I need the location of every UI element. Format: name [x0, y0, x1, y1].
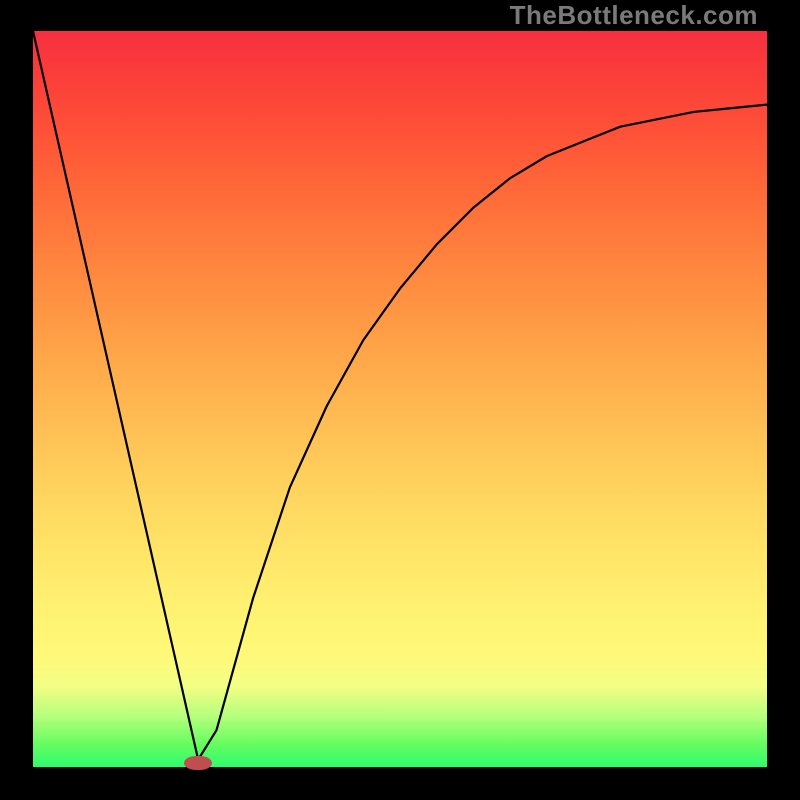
plot-area	[33, 31, 767, 767]
chart-frame: TheBottleneck.com	[0, 0, 800, 800]
curve-svg	[33, 31, 767, 767]
attribution-text: TheBottleneck.com	[510, 0, 758, 31]
curve-path	[33, 31, 767, 760]
